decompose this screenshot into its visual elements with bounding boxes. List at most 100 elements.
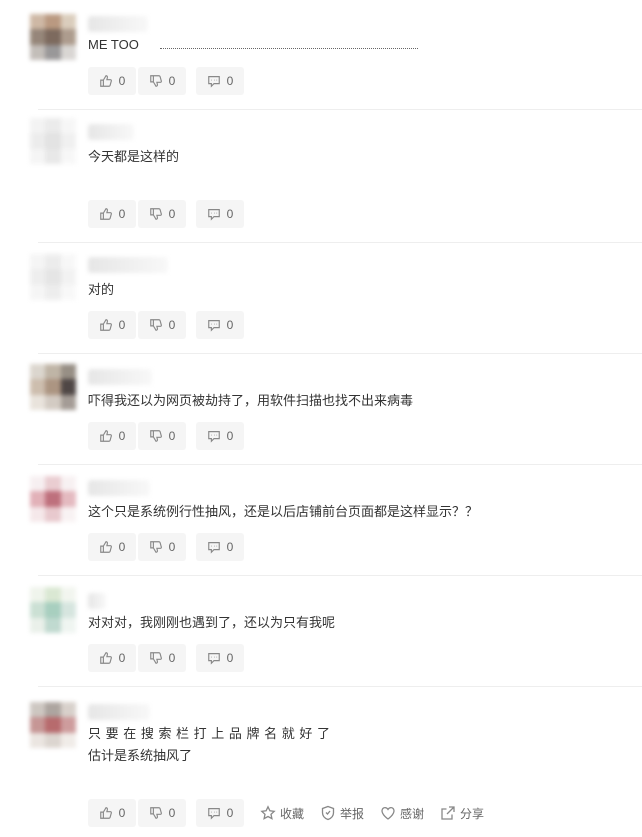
dislike-count: 0 [168,429,176,443]
like-button[interactable]: 0 [88,67,136,95]
dislike-button[interactable]: 0 [138,799,186,827]
comment-text: 今天都是这样的 [88,149,180,164]
reply-button[interactable]: 0 [196,311,244,339]
like-button[interactable]: 0 [88,311,136,339]
thumbs-down-icon [149,429,163,443]
comment-actions: 0 0 0 [88,644,244,672]
like-button[interactable]: 0 [88,799,136,827]
thanks-button[interactable]: 感谢 [380,799,424,827]
share-button[interactable]: 分享 [440,799,484,827]
avatar[interactable] [30,118,76,164]
dislike-count: 0 [168,74,176,88]
dislike-button[interactable]: 0 [138,422,186,450]
like-button[interactable]: 0 [88,200,136,228]
dislike-count: 0 [168,207,176,221]
username[interactable] [88,124,134,140]
thumbs-down-icon [149,74,163,88]
dislike-count: 0 [168,806,176,820]
like-count: 0 [118,651,126,665]
thumbs-down-icon [149,651,163,665]
reply-button[interactable]: 0 [196,644,244,672]
reply-count: 0 [226,74,234,88]
comment-icon [207,651,221,665]
username[interactable] [88,704,150,720]
comment-actions: 0 0 0 收藏 举报 感谢 分享 [88,799,484,827]
report-button[interactable]: 举报 [320,799,364,827]
thumbs-up-icon [99,651,113,665]
dislike-button[interactable]: 0 [138,200,186,228]
thumbs-up-icon [99,540,113,554]
comment-text: 对的 [88,282,115,297]
like-count: 0 [118,74,126,88]
star-icon [260,805,276,821]
thumbs-up-icon [99,74,113,88]
share-icon [440,805,456,821]
like-count: 0 [118,207,126,221]
comment-icon [207,429,221,443]
avatar[interactable] [30,702,76,748]
share-label: 分享 [460,806,485,821]
divider [38,575,642,576]
like-button[interactable]: 0 [88,533,136,561]
dislike-button[interactable]: 0 [138,67,186,95]
favorite-label: 收藏 [280,806,305,821]
reply-count: 0 [226,651,234,665]
avatar[interactable] [30,364,76,410]
reply-count: 0 [226,207,234,221]
reply-count: 0 [226,429,234,443]
comment-text-line-2: 估计是系统抽风了 [88,748,193,763]
comment-actions: 0 0 0 [88,422,244,450]
like-count: 0 [118,540,126,554]
dislike-button[interactable]: 0 [138,311,186,339]
username[interactable] [88,257,168,273]
reply-button[interactable]: 0 [196,533,244,561]
avatar[interactable] [30,14,76,60]
reply-button[interactable]: 0 [196,799,244,827]
divider [38,464,642,465]
username[interactable] [88,369,152,385]
shield-icon [320,805,336,821]
comment-icon [207,806,221,820]
reply-button[interactable]: 0 [196,422,244,450]
username[interactable] [88,480,150,496]
like-count: 0 [118,806,126,820]
divider [38,353,642,354]
comment-icon [207,207,221,221]
thumbs-up-icon [99,207,113,221]
username[interactable] [88,16,148,32]
avatar[interactable] [30,587,76,633]
favorite-button[interactable]: 收藏 [260,799,304,827]
comment-actions: 0 0 0 [88,311,244,339]
comment-text: ME TOO [88,37,139,52]
comment-text: 对对对，我刚刚也遇到了，还以为只有我呢 [88,615,336,630]
like-button[interactable]: 0 [88,644,136,672]
thanks-label: 感谢 [400,806,425,821]
comment-actions: 0 0 0 [88,67,244,95]
divider [38,686,642,687]
dislike-count: 0 [168,318,176,332]
dislike-button[interactable]: 0 [138,644,186,672]
reply-count: 0 [226,540,234,554]
thumbs-up-icon [99,318,113,332]
like-button[interactable]: 0 [88,422,136,450]
thumbs-up-icon [99,806,113,820]
dislike-count: 0 [168,540,176,554]
reply-count: 0 [226,806,234,820]
reply-button[interactable]: 0 [196,67,244,95]
comment-icon [207,318,221,332]
divider [38,109,642,110]
like-count: 0 [118,318,126,332]
thumbs-down-icon [149,318,163,332]
divider [38,242,642,243]
dislike-count: 0 [168,651,176,665]
avatar[interactable] [30,476,76,522]
avatar[interactable] [30,254,76,300]
comment-icon [207,540,221,554]
dislike-button[interactable]: 0 [138,533,186,561]
comment-actions: 0 0 0 [88,533,244,561]
reply-button[interactable]: 0 [196,200,244,228]
thumbs-down-icon [149,806,163,820]
comment-text: 这个只是系统例行性抽风，还是以后店铺前台页面都是这样显示？？ [88,504,479,519]
username[interactable] [88,593,106,609]
comment-text: 吓得我还以为网页被劫持了，用软件扫描也找不出来病毒 [88,393,414,408]
